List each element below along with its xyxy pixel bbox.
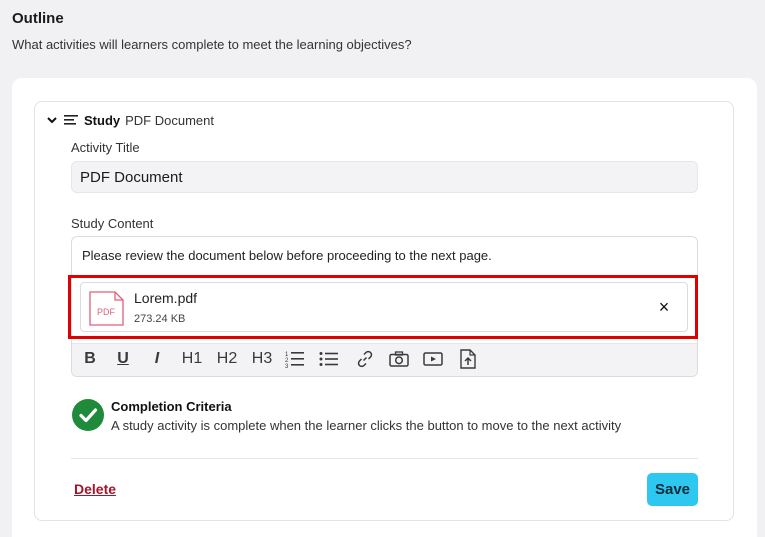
video-button[interactable] <box>422 348 444 370</box>
save-button[interactable]: Save <box>647 473 698 506</box>
camera-icon <box>389 351 409 367</box>
video-icon <box>423 352 443 366</box>
link-icon <box>357 350 373 368</box>
study-content-text[interactable]: Please review the document below before … <box>82 248 492 263</box>
page: Outline What activities will learners co… <box>0 0 765 537</box>
link-button[interactable] <box>354 348 376 370</box>
completion-criteria-title: Completion Criteria <box>111 399 232 414</box>
attachment-file-size: 273.24 KB <box>134 313 186 325</box>
editor-toolbar <box>72 343 697 376</box>
bold-button[interactable]: B <box>82 348 98 370</box>
numbered-list-button[interactable]: 1 2 3 <box>284 348 306 370</box>
outline-subtitle: What activities will learners complete t… <box>12 37 412 52</box>
upload-file-icon <box>460 349 476 369</box>
heading1-button[interactable]: H1 <box>180 348 204 370</box>
activity-title-label: Activity Title <box>71 140 140 155</box>
activity-title-input[interactable] <box>71 161 698 193</box>
check-circle-icon <box>72 399 104 431</box>
heading2-button[interactable]: H2 <box>214 348 240 370</box>
outline-title: Outline <box>12 10 64 27</box>
close-icon[interactable]: × <box>655 298 673 316</box>
camera-button[interactable] <box>388 348 410 370</box>
activity-header[interactable]: Study PDF Document <box>46 111 214 129</box>
study-content-label: Study Content <box>71 216 154 231</box>
svg-text:3: 3 <box>285 364 289 368</box>
delete-button[interactable]: Delete <box>74 481 116 497</box>
attachment-file-name: Lorem.pdf <box>134 290 198 306</box>
heading3-button[interactable]: H3 <box>249 348 275 370</box>
pdf-icon-label: PDF <box>97 307 116 317</box>
upload-file-button[interactable] <box>457 348 479 370</box>
completion-criteria-description: A study activity is complete when the le… <box>111 418 622 433</box>
divider <box>71 458 698 459</box>
bullet-list-button[interactable] <box>318 348 340 370</box>
pdf-file-icon: PDF <box>89 291 124 326</box>
numbered-list-icon: 1 2 3 <box>285 352 304 368</box>
activity-header-title: PDF Document <box>125 112 214 128</box>
bullet-list-icon <box>319 352 338 366</box>
italic-button[interactable]: I <box>149 348 165 370</box>
chevron-down-icon[interactable] <box>46 114 58 126</box>
list-icon <box>64 115 78 125</box>
underline-button[interactable]: U <box>115 348 131 370</box>
activity-type-label: Study <box>84 112 121 128</box>
